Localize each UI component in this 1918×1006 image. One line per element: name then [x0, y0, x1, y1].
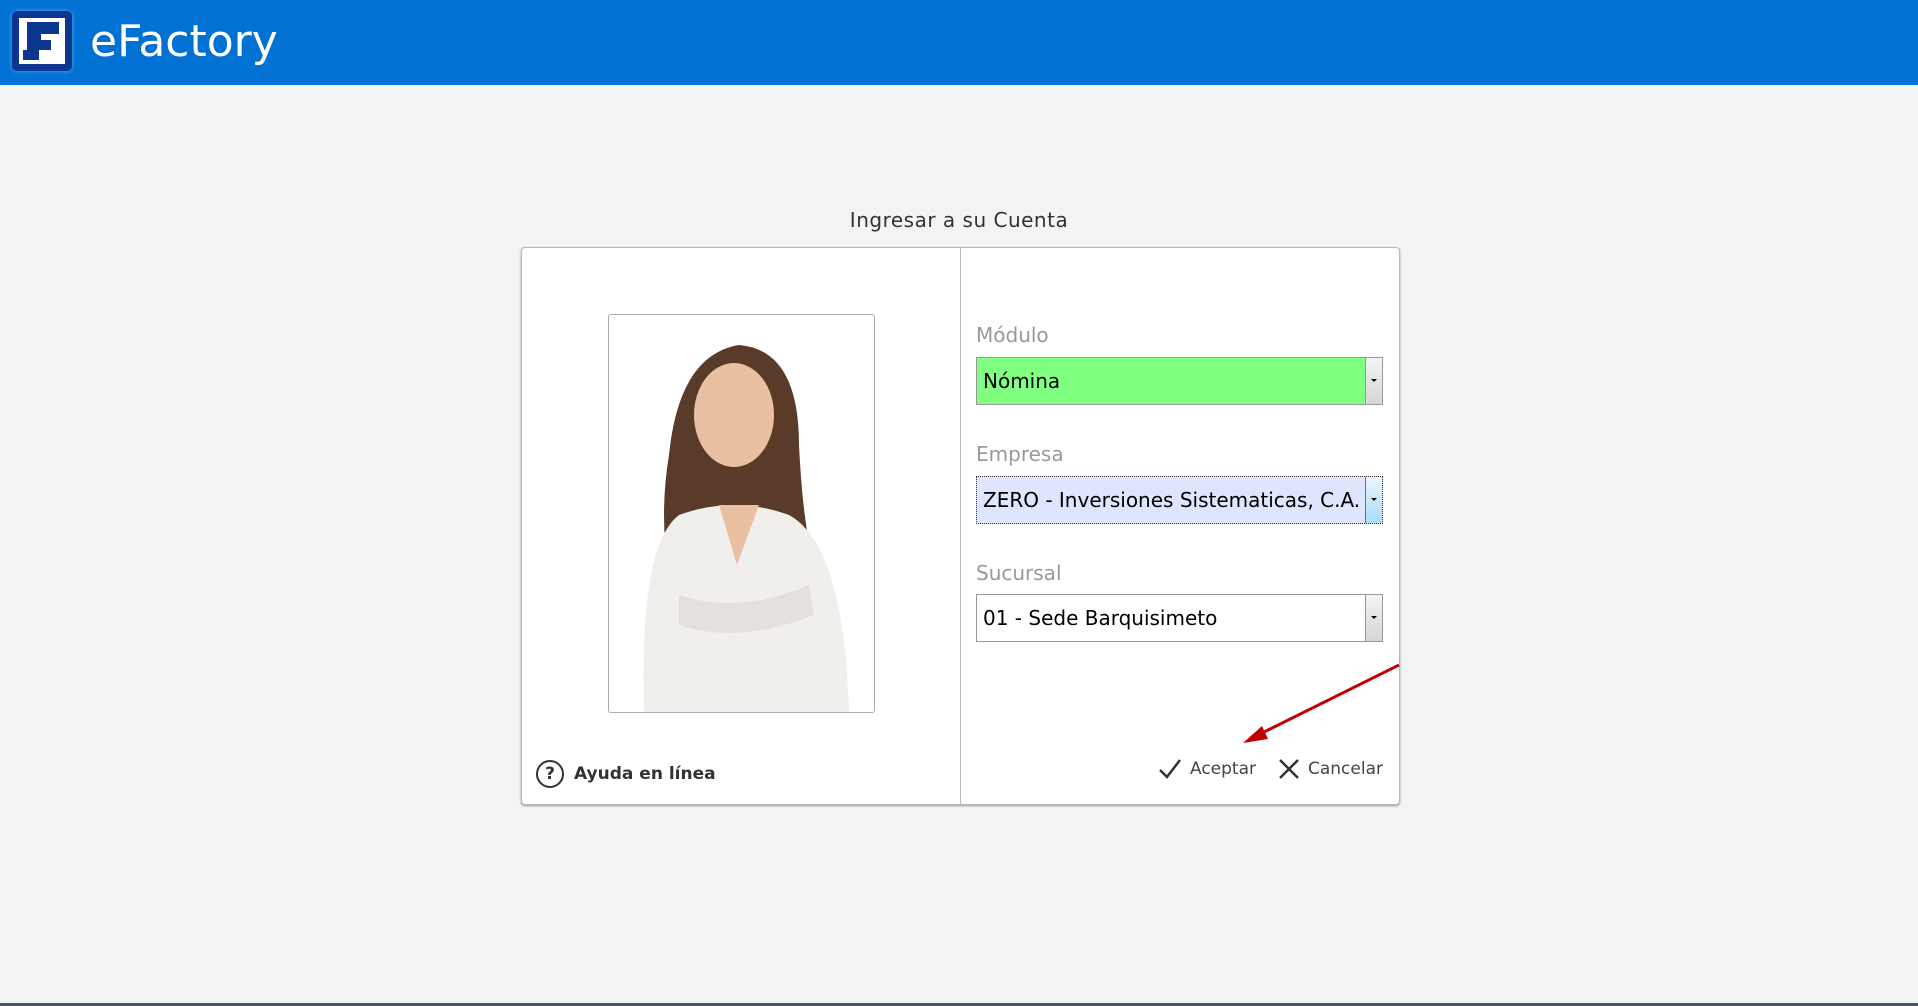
user-photo: [608, 314, 875, 713]
chevron-down-icon[interactable]: [1365, 477, 1382, 523]
login-dialog: ? Ayuda en línea Módulo Nómina Empresa Z…: [521, 247, 1400, 805]
help-online-link[interactable]: ? Ayuda en línea: [536, 760, 716, 788]
sucursal-value: 01 - Sede Barquisimeto: [983, 606, 1218, 630]
modulo-select[interactable]: Nómina: [976, 357, 1383, 405]
empresa-label: Empresa: [976, 442, 1064, 466]
help-label: Ayuda en línea: [574, 764, 716, 784]
app-title: eFactory: [90, 16, 278, 67]
page-title: Ingresar a su Cuenta: [849, 208, 1069, 232]
sucursal-select[interactable]: 01 - Sede Barquisimeto: [976, 594, 1383, 642]
close-icon: [1279, 759, 1299, 779]
check-icon: [1159, 759, 1181, 779]
efactory-logo-icon: [12, 11, 72, 71]
modulo-label: Módulo: [976, 323, 1049, 347]
sucursal-label: Sucursal: [976, 561, 1062, 585]
empresa-select[interactable]: ZERO - Inversiones Sistematicas, C.A.: [976, 476, 1383, 524]
app-header: eFactory: [0, 0, 1918, 85]
divider: [960, 248, 961, 804]
chevron-down-icon[interactable]: [1365, 358, 1382, 404]
empresa-value: ZERO - Inversiones Sistematicas, C.A.: [983, 488, 1361, 512]
cancel-button[interactable]: Cancelar: [1278, 758, 1383, 780]
accept-label: Aceptar: [1190, 759, 1256, 779]
cancel-label: Cancelar: [1308, 759, 1383, 779]
question-circle-icon: ?: [536, 760, 564, 788]
chevron-down-icon[interactable]: [1365, 595, 1382, 641]
accept-button[interactable]: Aceptar: [1158, 758, 1256, 780]
modulo-value: Nómina: [983, 369, 1061, 393]
